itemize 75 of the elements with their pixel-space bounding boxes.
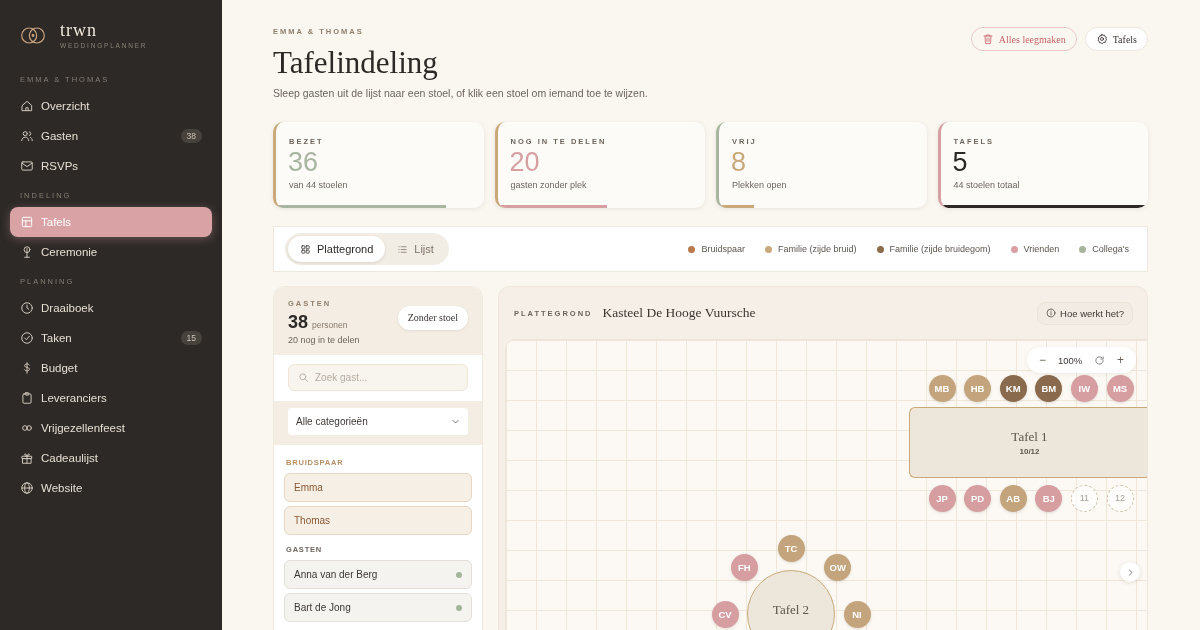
- nav-item[interactable]: Website: [10, 473, 212, 503]
- guest-count-unit: personen: [312, 320, 348, 330]
- refresh-icon[interactable]: [1094, 354, 1106, 366]
- nav-item[interactable]: RSVPs: [10, 151, 212, 181]
- legend-label: Familie (zijde bruid): [777, 244, 857, 254]
- people-icon: [20, 129, 34, 143]
- stat-value: 8: [731, 147, 747, 177]
- stat-caption: van 44 stoelen: [289, 179, 348, 191]
- help-button[interactable]: Hoe werkt het?: [1037, 301, 1133, 325]
- nav-item[interactable]: Cadeaulijst: [10, 443, 212, 473]
- nav-item[interactable]: Leveranciers: [10, 383, 212, 413]
- page-subtitle: Sleep gasten uit de lijst naar een stoel, of klik een stoel om iemand toe te wijzen.: [273, 86, 648, 100]
- envelope-icon: [20, 159, 34, 173]
- guest-item[interactable]: Emma: [284, 473, 472, 502]
- next-button[interactable]: [1120, 562, 1140, 582]
- gift-icon: [20, 451, 34, 465]
- stat-value: 5: [952, 147, 968, 177]
- seat[interactable]: BM: [1035, 375, 1063, 402]
- nav-item[interactable]: Gasten 38: [10, 121, 212, 151]
- guest-item[interactable]: Anna van der Berg: [284, 560, 472, 589]
- table-name: Tafel 2: [772, 602, 810, 618]
- house-icon: [20, 99, 34, 113]
- table-layout-icon: [20, 215, 34, 229]
- nav-item[interactable]: Overzicht: [10, 91, 212, 121]
- check-circle-icon: [20, 331, 34, 345]
- stat-caption: Plekken open: [732, 179, 787, 191]
- tree-icon: [20, 245, 34, 259]
- table-occupancy: 10/12: [1019, 447, 1040, 456]
- without-seat-button[interactable]: Zonder stoel: [397, 305, 468, 330]
- stat-value: 20: [509, 147, 540, 177]
- legend-label: Bruidspaar: [701, 244, 745, 254]
- nav-item[interactable]: Draaiboek: [10, 293, 212, 323]
- guest-item[interactable]: Bart de Jong: [284, 593, 472, 622]
- grid-icon: [300, 243, 311, 255]
- nav-item[interactable]: Taken 15: [10, 323, 212, 353]
- zoom-level: 100%: [1057, 354, 1083, 366]
- nav-item[interactable]: Vrijgezellenfeest: [10, 413, 212, 443]
- count-badge: 15: [180, 331, 202, 345]
- table-name: Tafel 1: [1011, 429, 1048, 445]
- page-title: Tafelindeling: [273, 44, 438, 82]
- zoom-out-button[interactable]: −: [1039, 353, 1046, 367]
- round-table[interactable]: Tafel 2: [747, 570, 835, 630]
- legend-label: Vrienden: [1023, 244, 1060, 254]
- nav-item[interactable]: Budget: [10, 353, 212, 383]
- stat-caption: gasten zonder plek: [510, 179, 587, 191]
- category-select[interactable]: Alle categorieën: [288, 408, 468, 435]
- zoom-in-button[interactable]: +: [1116, 353, 1124, 367]
- info-icon: [1046, 308, 1057, 318]
- settings-icon: [1095, 33, 1108, 45]
- search-input[interactable]: Zoek gast...: [315, 369, 458, 386]
- count-badge: 38: [180, 129, 202, 143]
- search-icon: [298, 372, 309, 383]
- tables-settings-button[interactable]: Tafels: [1084, 27, 1148, 51]
- search-field[interactable]: Zoek gast...: [288, 364, 468, 391]
- clock-icon: [20, 301, 34, 315]
- legend-label: Familie (zijde bruidegom): [889, 244, 991, 254]
- seat[interactable]: KM: [999, 375, 1027, 402]
- view-tab[interactable]: Lijst: [385, 236, 446, 262]
- venue-name: Kasteel De Hooge Vuursche: [602, 305, 756, 321]
- nav-item[interactable]: Ceremonie: [10, 237, 212, 267]
- chevron-down-icon: [451, 417, 460, 426]
- stat-value: 36: [288, 147, 319, 177]
- long-table[interactable]: Tafel 1 10/12: [909, 407, 1147, 478]
- view-tab[interactable]: Plattegrond: [288, 236, 386, 262]
- guest-count: 38: [288, 312, 309, 332]
- unassigned-count: 20 nog in te delen: [288, 334, 360, 346]
- stat-caption: 44 stoelen totaal: [953, 179, 1020, 191]
- list-icon: [397, 243, 409, 255]
- globe-icon: [20, 481, 34, 495]
- clipboard-icon: [20, 391, 34, 405]
- brand-name: trwn: [60, 21, 97, 39]
- rings-logo-icon: [20, 26, 46, 44]
- guest-item[interactable]: Thomas: [284, 506, 472, 535]
- trash-icon: [981, 33, 994, 45]
- legend-label: Collega's: [1092, 244, 1129, 254]
